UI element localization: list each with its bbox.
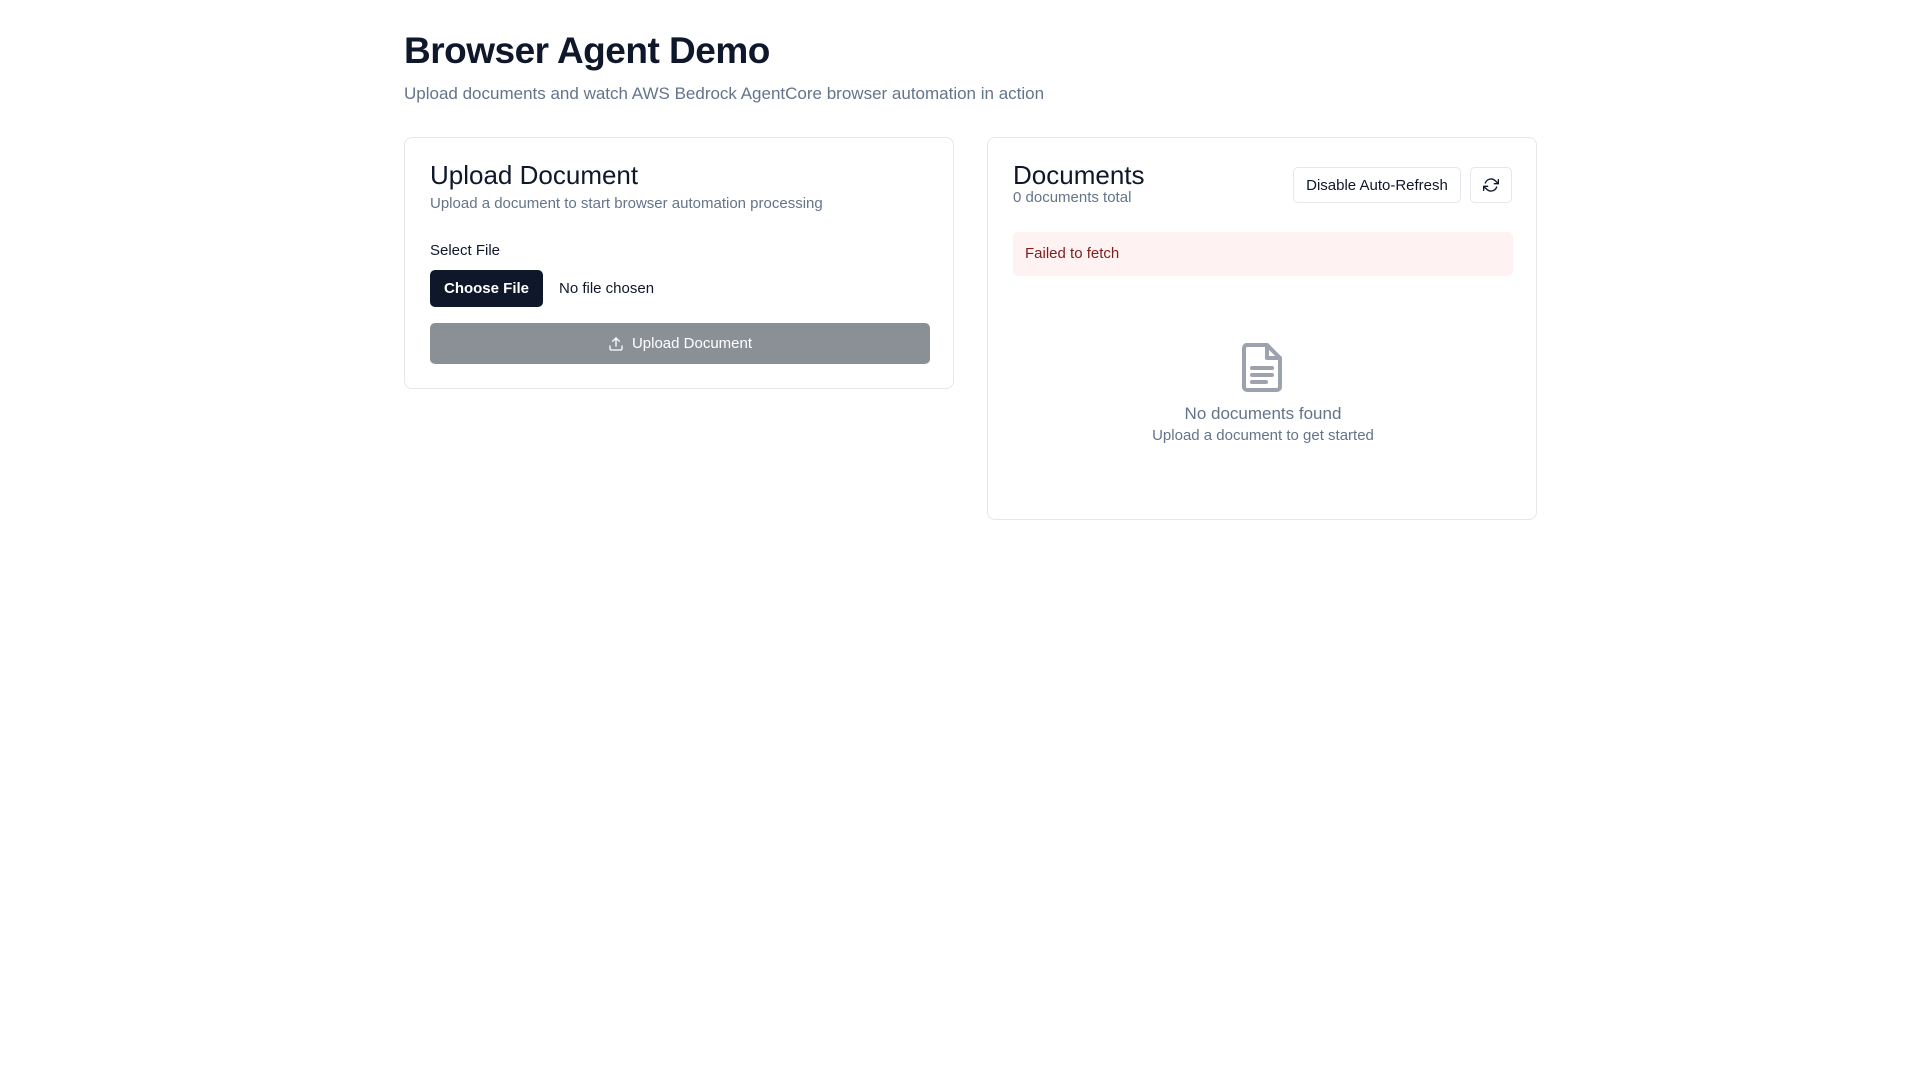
disable-auto-refresh-button[interactable]: Disable Auto-Refresh [1293, 167, 1461, 203]
upload-icon [609, 336, 623, 351]
page-subtitle: Upload documents and watch AWS Bedrock A… [404, 84, 1045, 103]
page-title: Browser Agent Demo [404, 30, 770, 71]
documents-count: 0 documents total [1013, 189, 1132, 206]
file-status-text: No file chosen [559, 280, 655, 297]
empty-state-title: No documents found [1184, 404, 1342, 423]
upload-card-title: Upload Document [430, 160, 639, 190]
refresh-icon [1483, 178, 1499, 192]
upload-button-label: Upload Document [631, 335, 753, 352]
upload-card: Upload Document Upload a document to sta… [404, 137, 954, 389]
choose-file-button[interactable]: Choose File [430, 270, 543, 307]
file-text-icon [1242, 343, 1282, 392]
select-file-label: Select File [430, 242, 501, 259]
documents-card: Documents 0 documents total Disable Auto… [987, 137, 1537, 520]
upload-document-button[interactable]: Upload Document [430, 323, 930, 364]
upload-card-description: Upload a document to start browser autom… [430, 195, 823, 212]
refresh-button[interactable] [1470, 167, 1512, 203]
documents-card-title: Documents [1013, 160, 1145, 190]
error-alert: Failed to fetch [1013, 232, 1513, 276]
empty-state-subtitle: Upload a document to get started [1152, 427, 1374, 444]
